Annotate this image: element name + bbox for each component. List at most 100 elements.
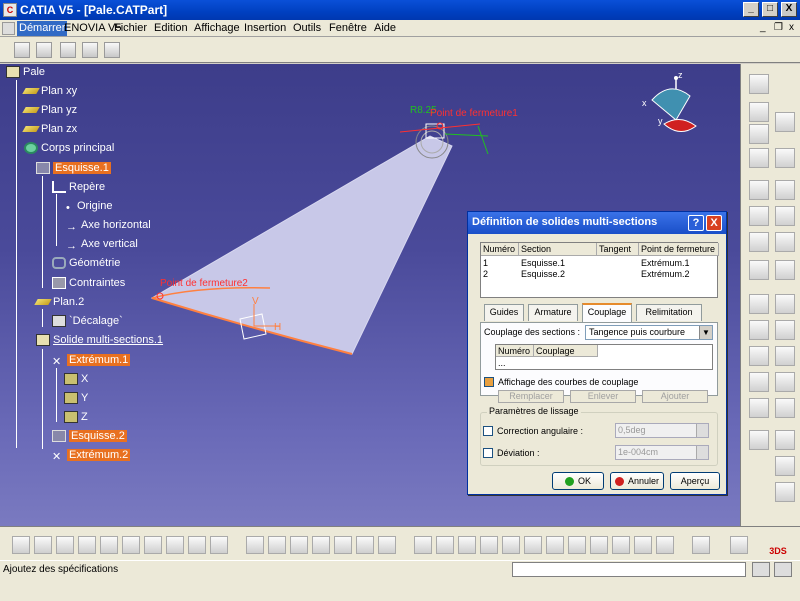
tree-node-geometrie[interactable]: Géométrie xyxy=(52,255,120,271)
paste-icon[interactable] xyxy=(144,536,162,554)
rib-icon[interactable] xyxy=(749,232,769,252)
annotation-icon[interactable] xyxy=(775,456,795,476)
menu-insertion[interactable]: Insertion xyxy=(244,22,286,34)
shell-icon[interactable] xyxy=(749,320,769,340)
dialog-help-button[interactable]: ? xyxy=(688,215,704,231)
row2-point[interactable]: Extrémum.2 xyxy=(639,269,690,280)
text-icon[interactable] xyxy=(775,430,795,450)
menu-demarrer[interactable]: Démarrer xyxy=(17,21,68,36)
tree-node-decalage[interactable]: `Décalage` xyxy=(52,313,123,329)
undo-icon[interactable] xyxy=(166,536,184,554)
analysis-icon[interactable] xyxy=(378,536,396,554)
coupling-table[interactable]: Numéro Couplage ... xyxy=(495,344,713,370)
tree-node-axe-horizontal[interactable]: → Axe horizontal xyxy=(66,217,151,233)
maximize-button[interactable]: □ xyxy=(762,2,778,17)
extremum-icon[interactable] xyxy=(775,112,795,132)
tree-node-contraintes[interactable]: Contraintes xyxy=(52,275,125,291)
close-button[interactable]: X xyxy=(781,2,797,17)
workbench-icon[interactable] xyxy=(36,42,52,58)
menu-fichier[interactable]: Fichier xyxy=(114,22,147,34)
shading-icon[interactable] xyxy=(612,536,630,554)
tree-node-z[interactable]: Z xyxy=(64,409,88,425)
copy-icon[interactable] xyxy=(60,42,76,58)
fit-all-icon[interactable] xyxy=(436,536,454,554)
row2-section[interactable]: Esquisse.2 xyxy=(519,269,565,280)
loft-icon[interactable] xyxy=(749,260,769,280)
copy-icon[interactable] xyxy=(122,536,140,554)
cut-icon[interactable] xyxy=(100,536,118,554)
sections-table[interactable]: Numéro Section Tangent Point de fermetur… xyxy=(480,242,719,298)
tree-node-plan-zx[interactable]: Plan zx xyxy=(22,121,77,137)
redo-icon[interactable] xyxy=(188,536,206,554)
zoom-in-icon[interactable] xyxy=(502,536,520,554)
menu-enovia[interactable]: ENOVIA V5 xyxy=(64,22,121,34)
iso-view-icon[interactable] xyxy=(590,536,608,554)
shaft-icon[interactable] xyxy=(749,206,769,226)
angular-correction-checkbox[interactable] xyxy=(483,426,493,436)
row1-num[interactable]: 1 xyxy=(481,258,488,269)
capture-icon[interactable] xyxy=(730,536,748,554)
chamfer-icon[interactable] xyxy=(749,294,769,314)
tree-node-plan-xy[interactable]: Plan xy xyxy=(22,83,77,99)
translate-icon[interactable] xyxy=(749,372,769,392)
pattern-icon[interactable] xyxy=(749,398,769,418)
pocket-icon[interactable] xyxy=(775,180,795,200)
normal-view-icon[interactable] xyxy=(546,536,564,554)
dialog-close-button[interactable]: X xyxy=(706,215,722,231)
tree-icon[interactable] xyxy=(334,536,352,554)
catalog-icon[interactable] xyxy=(356,536,374,554)
open-icon[interactable] xyxy=(34,536,52,554)
boolean-icon[interactable] xyxy=(749,430,769,450)
pad-icon[interactable] xyxy=(749,180,769,200)
minimize-button[interactable]: _ xyxy=(743,2,759,17)
add-button[interactable]: Ajouter xyxy=(642,390,708,403)
update-icon[interactable] xyxy=(692,536,710,554)
tree-node-origine[interactable]: • Origine xyxy=(66,198,112,214)
deviation-input[interactable]: 1e-004cm xyxy=(615,445,709,460)
formula-icon[interactable] xyxy=(246,536,264,554)
hide-show-icon[interactable] xyxy=(634,536,652,554)
mdi-restore-button[interactable]: ❐ xyxy=(774,22,783,33)
draft-icon[interactable] xyxy=(775,294,795,314)
line-icon[interactable] xyxy=(749,124,769,144)
measure-icon[interactable] xyxy=(104,42,120,58)
sketcher-icon[interactable] xyxy=(14,42,30,58)
tree-node-extremum-1[interactable]: ✕ Extrémum.1 xyxy=(52,352,131,368)
document-menu-icon[interactable] xyxy=(2,22,15,35)
status-button-1[interactable] xyxy=(752,562,770,577)
table-icon[interactable] xyxy=(312,536,330,554)
coupling-row[interactable]: ... xyxy=(496,358,506,369)
coupling-select[interactable]: Tangence puis courbure ▼ xyxy=(585,325,713,340)
multi-view-icon[interactable] xyxy=(568,536,586,554)
point-icon[interactable] xyxy=(749,102,769,122)
tree-node-plan-2[interactable]: Plan.2 xyxy=(34,294,84,310)
tree-node-pale[interactable]: Pale xyxy=(6,64,45,80)
zoom-out-icon[interactable] xyxy=(524,536,542,554)
show-curves-checkbox[interactable] xyxy=(484,377,494,387)
swap-visible-icon[interactable] xyxy=(656,536,674,554)
knowledge-icon[interactable] xyxy=(268,536,286,554)
pan-icon[interactable] xyxy=(458,536,476,554)
thickness-icon[interactable] xyxy=(775,320,795,340)
menu-fenetre[interactable]: Fenêtre xyxy=(329,22,367,34)
tree-node-y[interactable]: Y xyxy=(64,390,88,406)
chevron-down-icon[interactable]: ▼ xyxy=(699,326,712,339)
remove-face-icon[interactable] xyxy=(775,346,795,366)
slot-icon[interactable] xyxy=(775,232,795,252)
tab-couplage[interactable]: Couplage xyxy=(582,303,632,322)
col-section[interactable]: Section xyxy=(519,243,597,256)
col-coupling[interactable]: Couplage xyxy=(534,345,598,357)
tree-node-axe-vertical[interactable]: → Axe vertical xyxy=(66,236,138,252)
thread-icon[interactable] xyxy=(749,346,769,366)
col-numero[interactable]: Numéro xyxy=(481,243,519,256)
col-tangent[interactable]: Tangent xyxy=(597,243,639,256)
row1-point[interactable]: Extrémum.1 xyxy=(639,258,690,269)
mdi-minimize-button[interactable]: _ xyxy=(760,22,766,33)
help-icon[interactable] xyxy=(210,536,228,554)
tree-node-esquisse-2[interactable]: Esquisse.2 xyxy=(52,428,127,444)
groove-icon[interactable] xyxy=(775,206,795,226)
catia-app-icon[interactable]: C xyxy=(3,3,17,17)
tab-relimitation[interactable]: Relimitation xyxy=(636,304,702,321)
tree-node-solide-multi-sections[interactable]: Solide multi-sections.1 xyxy=(36,332,163,348)
3d-viewport[interactable]: R8.25 Point de fermeture1 Point de ferme… xyxy=(0,64,740,526)
